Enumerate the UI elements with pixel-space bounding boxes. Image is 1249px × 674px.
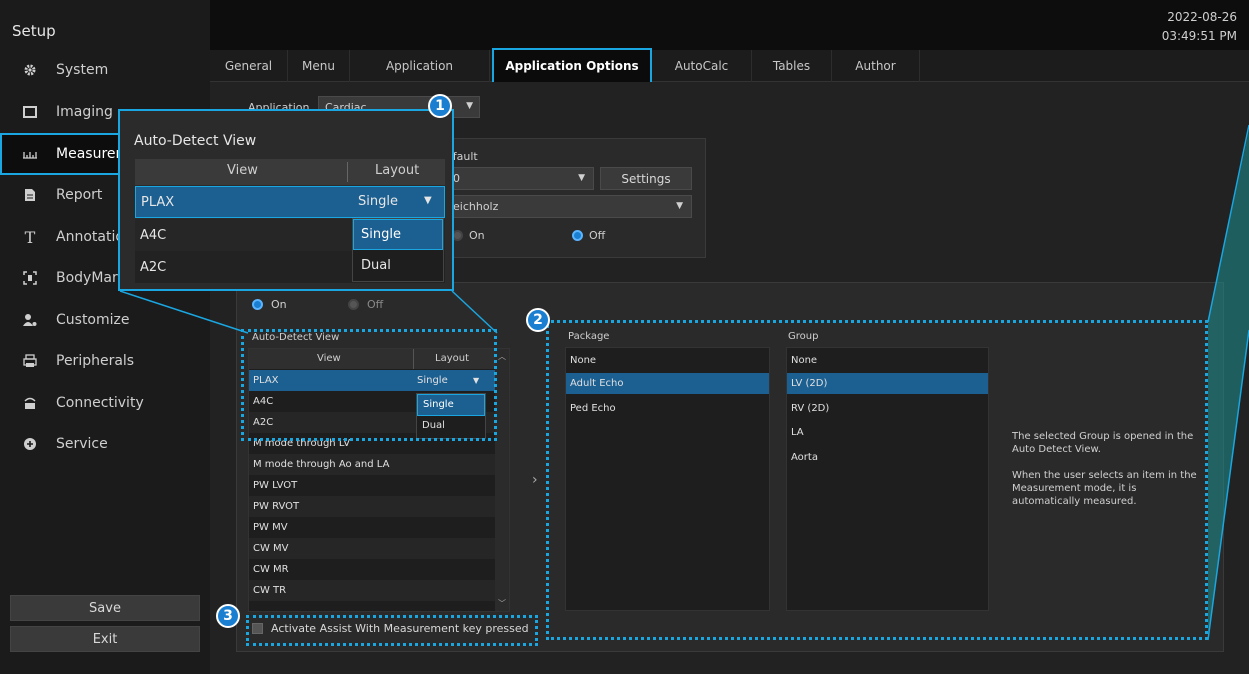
callout-badge-1: 1 [428, 94, 452, 118]
auto-detect-zoom-popup: Auto-Detect View View Layout PLAX Single… [118, 109, 454, 291]
callout-connectors [119, 124, 1249, 641]
layout-option-dual[interactable]: Dual [361, 258, 391, 273]
popup-row-plax[interactable]: PLAX Single ▼ [135, 186, 445, 218]
callout-badge-2: 2 [526, 308, 550, 332]
layout-option-single[interactable]: Single [353, 219, 443, 250]
popup-header: View Layout [135, 159, 445, 185]
callout-badge-3: 3 [216, 604, 240, 628]
chevron-down-icon: ▼ [424, 195, 432, 206]
popup-layout-dropdown[interactable]: Single Dual [352, 218, 444, 282]
popup-title: Auto-Detect View [134, 133, 257, 149]
